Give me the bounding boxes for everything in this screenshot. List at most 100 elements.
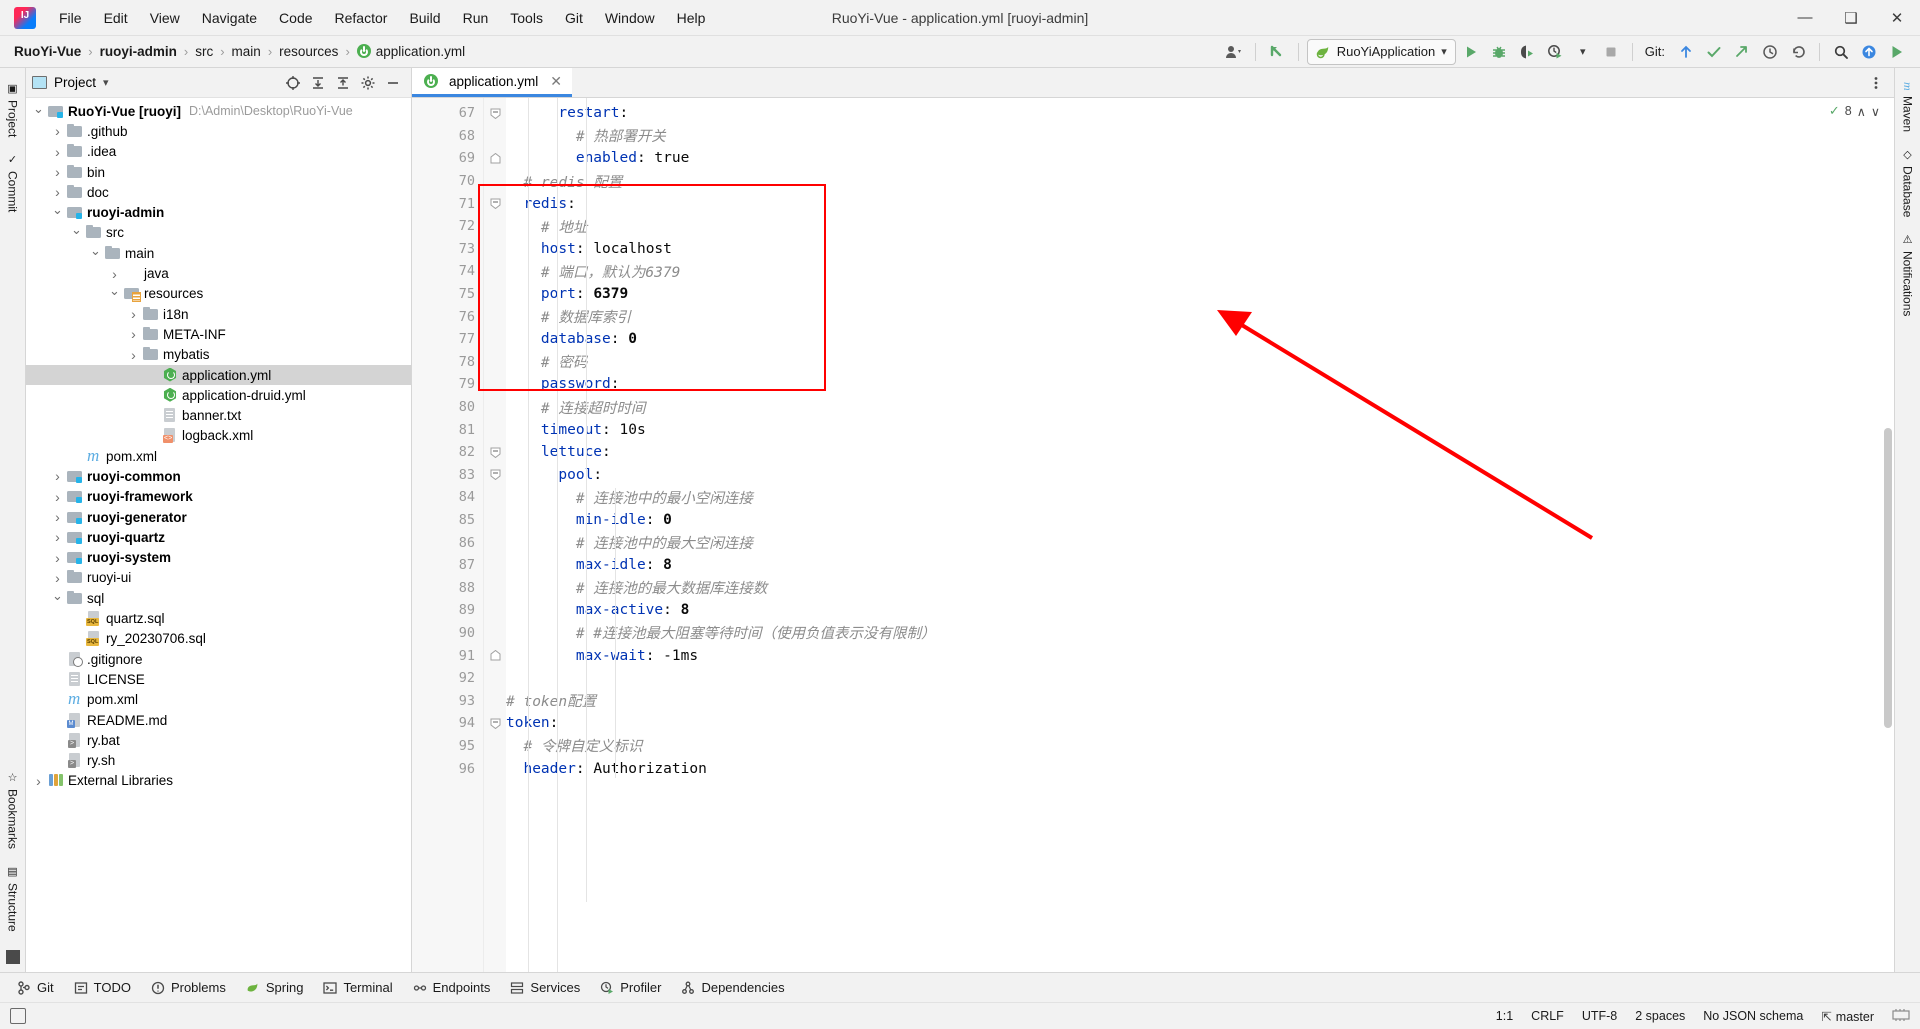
tree-row[interactable]: mybatis — [26, 345, 411, 365]
code-line[interactable]: max-idle: 8 — [506, 554, 1894, 577]
maximize-button[interactable]: ❑ — [1828, 0, 1874, 36]
settings-gear-icon[interactable] — [356, 71, 380, 95]
tree-row[interactable]: .idea — [26, 142, 411, 162]
editor-tab-application-yml[interactable]: application.yml ✕ — [412, 68, 573, 97]
tool-window-project[interactable]: ▣ Project — [2, 74, 24, 145]
inspection-widget[interactable]: ✓ 8 ∧ ∨ — [1829, 103, 1880, 119]
code-line[interactable]: # 连接池的最大数据库连接数 — [506, 576, 1894, 599]
tool-window-notifications[interactable]: ⚠ Notifications — [1897, 225, 1919, 324]
history-icon[interactable] — [1757, 39, 1783, 65]
tree-row[interactable]: ruoyi-system — [26, 548, 411, 568]
git-branch-widget[interactable]: ⇱ master — [1821, 1009, 1874, 1024]
updates-arrow-icon[interactable] — [1264, 39, 1290, 65]
tree-row[interactable]: java — [26, 263, 411, 283]
tree-row[interactable]: ry.bat — [26, 730, 411, 750]
fold-marker-icon[interactable] — [484, 441, 506, 464]
tree-row[interactable]: README.md — [26, 710, 411, 730]
code-line[interactable]: # 连接池中的最大空闲连接 — [506, 531, 1894, 554]
chevron-right-icon[interactable] — [51, 551, 64, 565]
chevron-down-icon[interactable] — [89, 247, 102, 260]
tree-row[interactable]: application-druid.yml — [26, 385, 411, 405]
menu-code[interactable]: Code — [268, 5, 323, 31]
breadcrumb-item-project[interactable]: RuoYi-Vue — [10, 42, 85, 61]
minimize-button[interactable]: — — [1782, 0, 1828, 36]
chevron-down-icon[interactable] — [32, 105, 45, 118]
tree-row[interactable]: banner.txt — [26, 405, 411, 425]
code-line[interactable]: # redis 配置 — [506, 170, 1894, 193]
code-content[interactable]: restart: # 热部署开关 enabled: true # redis 配… — [506, 98, 1894, 972]
chevron-down-icon[interactable] — [70, 226, 83, 239]
fold-marker-icon[interactable] — [484, 102, 506, 125]
caret-position[interactable]: 1:1 — [1496, 1009, 1513, 1023]
code-line[interactable] — [506, 667, 1894, 690]
chevron-right-icon[interactable] — [127, 327, 140, 341]
breadcrumb-item-src[interactable]: src — [191, 42, 217, 61]
code-line[interactable]: # #连接池最大阻塞等待时间（使用负值表示没有限制） — [506, 622, 1894, 645]
breadcrumb-item-module[interactable]: ruoyi-admin — [96, 42, 181, 61]
chevron-right-icon[interactable] — [51, 145, 64, 159]
tree-row[interactable]: bin — [26, 162, 411, 182]
code-line[interactable]: password: — [506, 373, 1894, 396]
code-line[interactable]: restart: — [506, 102, 1894, 125]
code-line[interactable]: # 连接超时时间 — [506, 396, 1894, 419]
search-everywhere-icon[interactable] — [1828, 39, 1854, 65]
tree-row[interactable]: RuoYi-Vue [ruoyi] D:\Admin\Desktop\RuoYi-… — [26, 101, 411, 121]
code-line[interactable]: # 端口，默认为6379 — [506, 260, 1894, 283]
menu-run[interactable]: Run — [452, 5, 500, 31]
code-line[interactable]: min-idle: 0 — [506, 509, 1894, 532]
menu-help[interactable]: Help — [666, 5, 717, 31]
close-icon[interactable]: ✕ — [550, 73, 562, 90]
run-green-icon[interactable] — [1884, 39, 1910, 65]
tree-row[interactable]: ruoyi-generator — [26, 507, 411, 527]
hide-icon[interactable] — [381, 71, 405, 95]
tree-row[interactable]: resources — [26, 284, 411, 304]
code-line[interactable]: # 地址 — [506, 215, 1894, 238]
tree-row[interactable]: logback.xml — [26, 426, 411, 446]
code-line[interactable]: # 热部署开关 — [506, 125, 1894, 148]
tree-row[interactable]: i18n — [26, 304, 411, 324]
code-line[interactable]: # 密码 — [506, 351, 1894, 374]
tool-window-structure[interactable]: ▤ Structure — [2, 857, 24, 940]
tree-row[interactable]: main — [26, 243, 411, 263]
chevron-down-icon[interactable] — [108, 287, 121, 300]
chevron-right-icon[interactable] — [127, 348, 140, 362]
chevron-down-icon[interactable] — [51, 206, 64, 219]
tool-window-todo[interactable]: TODO — [65, 977, 140, 998]
tool-window-git[interactable]: Git — [8, 977, 63, 998]
project-tree[interactable]: RuoYi-Vue [ruoyi] D:\Admin\Desktop\RuoYi-… — [26, 98, 411, 972]
chevron-right-icon[interactable] — [51, 510, 64, 524]
tree-row[interactable]: META-INF — [26, 324, 411, 344]
code-line[interactable]: port: 6379 — [506, 283, 1894, 306]
event-log-icon[interactable] — [10, 1008, 26, 1024]
git-update-icon[interactable] — [1673, 39, 1699, 65]
menu-build[interactable]: Build — [398, 5, 451, 31]
expand-all-icon[interactable] — [306, 71, 330, 95]
tool-window-terminal[interactable]: Terminal — [314, 977, 401, 998]
memory-indicator[interactable] — [1892, 1008, 1910, 1025]
code-line[interactable]: header: Authorization — [506, 757, 1894, 780]
tool-window-database[interactable]: ◇ Database — [1897, 140, 1919, 225]
code-line[interactable]: # token配置 — [506, 689, 1894, 712]
tree-row[interactable]: pom.xml — [26, 446, 411, 466]
menu-navigate[interactable]: Navigate — [191, 5, 268, 31]
code-line[interactable]: pool: — [506, 464, 1894, 487]
code-line[interactable]: database: 0 — [506, 328, 1894, 351]
debug-icon[interactable] — [1486, 39, 1512, 65]
code-line[interactable]: # 连接池中的最小空闲连接 — [506, 486, 1894, 509]
tool-window-profiler[interactable]: Profiler — [591, 977, 670, 998]
menu-file[interactable]: File — [48, 5, 93, 31]
code-line[interactable]: max-wait: -1ms — [506, 644, 1894, 667]
chevron-right-icon[interactable] — [108, 267, 121, 281]
tool-window-bookmarks[interactable]: ☆ Bookmarks — [2, 763, 24, 857]
breadcrumb-item-resources[interactable]: resources — [275, 42, 342, 61]
code-line[interactable]: # 数据库索引 — [506, 305, 1894, 328]
tree-row[interactable]: ry.sh — [26, 751, 411, 771]
tool-window-commit[interactable]: ✓ Commit — [2, 145, 24, 220]
json-schema-selector[interactable]: No JSON schema — [1703, 1009, 1803, 1023]
breadcrumb-item-file[interactable]: application.yml — [353, 42, 469, 61]
tree-row[interactable]: ruoyi-framework — [26, 487, 411, 507]
tree-row[interactable]: ruoyi-admin — [26, 202, 411, 222]
tree-row[interactable]: .github — [26, 121, 411, 141]
select-opened-file-icon[interactable] — [281, 71, 305, 95]
user-account-icon[interactable] — [1221, 39, 1247, 65]
